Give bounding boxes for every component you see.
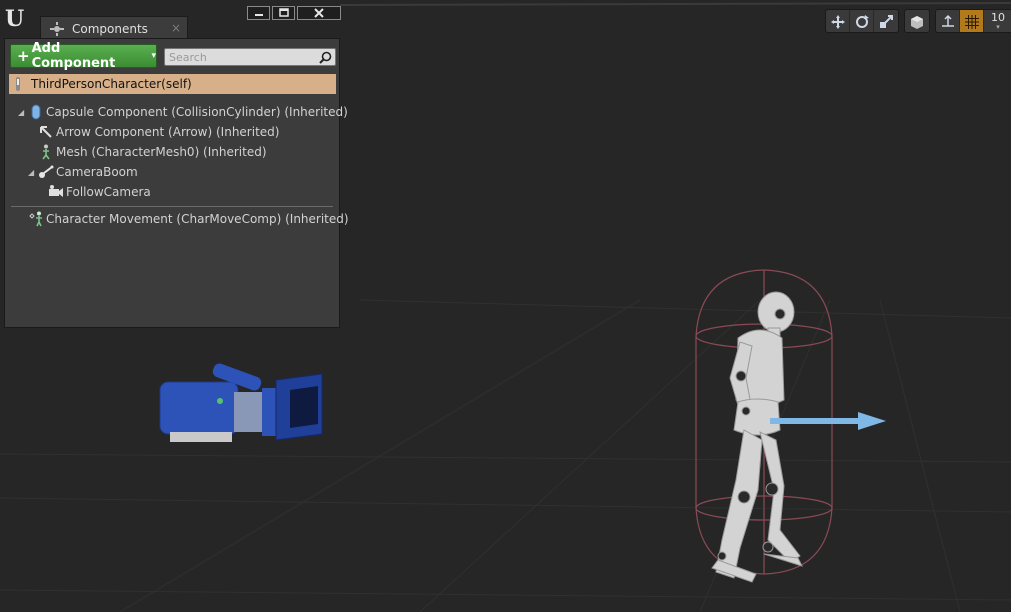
- rotate-icon[interactable]: [850, 10, 874, 32]
- tree-item-label: Mesh (CharacterMesh0) (Inherited): [56, 145, 267, 159]
- tab-title: Components: [72, 21, 148, 36]
- tree-item-cameraboom[interactable]: ◢ CameraBoom: [28, 163, 138, 181]
- window-controls: [247, 6, 341, 20]
- tree-item-label: FollowCamera: [66, 185, 151, 199]
- tab-components[interactable]: Components ×: [40, 16, 188, 40]
- tree-separator: [11, 206, 333, 207]
- surface-snap-icon[interactable]: [936, 10, 960, 32]
- add-component-label: Add Component: [31, 41, 116, 71]
- tree-item-label: Arrow Component (Arrow) (Inherited): [56, 125, 280, 139]
- close-button[interactable]: [297, 6, 341, 20]
- world-local-icon[interactable]: [905, 10, 929, 32]
- maximize-button[interactable]: [272, 6, 295, 20]
- arrow-icon: [38, 124, 54, 140]
- chevron-down-icon: ▾: [151, 51, 156, 61]
- coordinate-space-group: [904, 9, 930, 33]
- components-panel: Components × + Add Component ▾ ThirdPers…: [0, 4, 349, 330]
- tree-item-followcamera[interactable]: FollowCamera: [48, 183, 151, 201]
- minimize-button[interactable]: [247, 6, 270, 20]
- expand-arrow-icon[interactable]: ◢: [28, 168, 38, 177]
- search-input[interactable]: [165, 50, 319, 64]
- search-icon[interactable]: [319, 51, 332, 64]
- snap-group: 10 ▾: [935, 9, 1011, 33]
- camera-icon: [48, 184, 64, 200]
- components-tab-icon: [49, 21, 65, 36]
- tree-item-character-movement[interactable]: Character Movement (CharMoveComp) (Inher…: [28, 210, 349, 228]
- transform-mode-group: [825, 9, 899, 33]
- tree-item-mesh[interactable]: Mesh (CharacterMesh0) (Inherited): [38, 143, 267, 161]
- tree-item-label: Capsule Component (CollisionCylinder) (I…: [46, 105, 348, 119]
- component-tree-root[interactable]: ThirdPersonCharacter(self): [9, 74, 336, 94]
- tree-item-label: CameraBoom: [56, 165, 138, 179]
- mesh-icon: [38, 144, 54, 160]
- blueprint-actor-icon: [13, 77, 23, 91]
- scale-icon[interactable]: [874, 10, 898, 32]
- chevron-down-icon: ▾: [996, 23, 1000, 31]
- add-component-button[interactable]: + Add Component ▾: [10, 41, 157, 71]
- components-panel-body: + Add Component ▾ ThirdPersonCharacter(s…: [4, 38, 349, 328]
- grid-snap-value-dropdown[interactable]: 10 ▾: [984, 10, 1011, 32]
- root-label: ThirdPersonCharacter(self): [31, 77, 192, 91]
- grid-snap-icon[interactable]: [960, 10, 984, 32]
- expand-arrow-icon[interactable]: ◢: [18, 108, 28, 117]
- capsule-icon: [28, 104, 44, 120]
- tree-item-label: Character Movement (CharMoveComp) (Inher…: [46, 212, 349, 226]
- tree-item-arrow[interactable]: Arrow Component (Arrow) (Inherited): [38, 123, 279, 141]
- grid-snap-value: 10: [991, 11, 1005, 24]
- spring-arm-icon: [38, 164, 54, 180]
- viewport-toolbar: 10 ▾: [825, 9, 1011, 33]
- search-box: [164, 48, 336, 66]
- translate-icon[interactable]: [826, 10, 850, 32]
- close-icon[interactable]: ×: [171, 21, 181, 35]
- tree-item-capsule[interactable]: ◢ Capsule Component (CollisionCylinder) …: [18, 103, 348, 121]
- character-movement-icon: [28, 211, 44, 227]
- plus-icon: +: [17, 47, 30, 65]
